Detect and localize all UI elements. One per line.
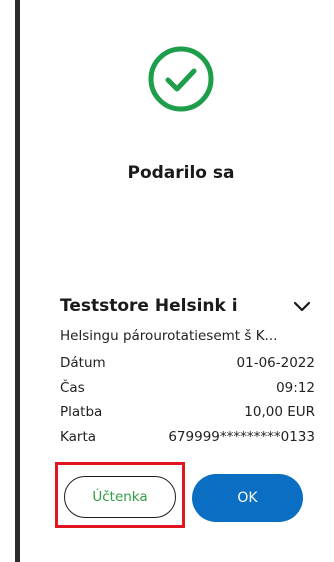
detail-label: Platba (60, 404, 103, 420)
detail-value: 10,00 EUR (244, 404, 315, 420)
detail-row-payment: Platba 10,00 EUR (60, 404, 315, 424)
detail-value: 09:12 (276, 380, 315, 396)
chevron-down-icon[interactable] (292, 300, 312, 314)
detail-label: Dátum (60, 355, 106, 371)
store-name: Teststore Helsink i (60, 296, 238, 316)
store-header[interactable]: Teststore Helsink i (60, 296, 315, 320)
highlight-frame (55, 462, 185, 528)
check-circle-icon (148, 46, 214, 112)
ok-button[interactable]: OK (192, 474, 303, 522)
left-edge-bar (15, 0, 20, 562)
detail-value: 679999*********0133 (168, 429, 315, 445)
store-address: Helsingu párourotatiesemt š K... (60, 328, 278, 344)
detail-row-time: Čas 09:12 (60, 380, 315, 400)
detail-row-card: Karta 679999*********0133 (60, 429, 315, 449)
detail-row-date: Dátum 01-06-2022 (60, 355, 315, 375)
status-title: Podarilo sa (127, 163, 235, 183)
detail-label: Čas (60, 380, 85, 396)
detail-value: 01-06-2022 (236, 355, 315, 371)
detail-label: Karta (60, 429, 97, 445)
